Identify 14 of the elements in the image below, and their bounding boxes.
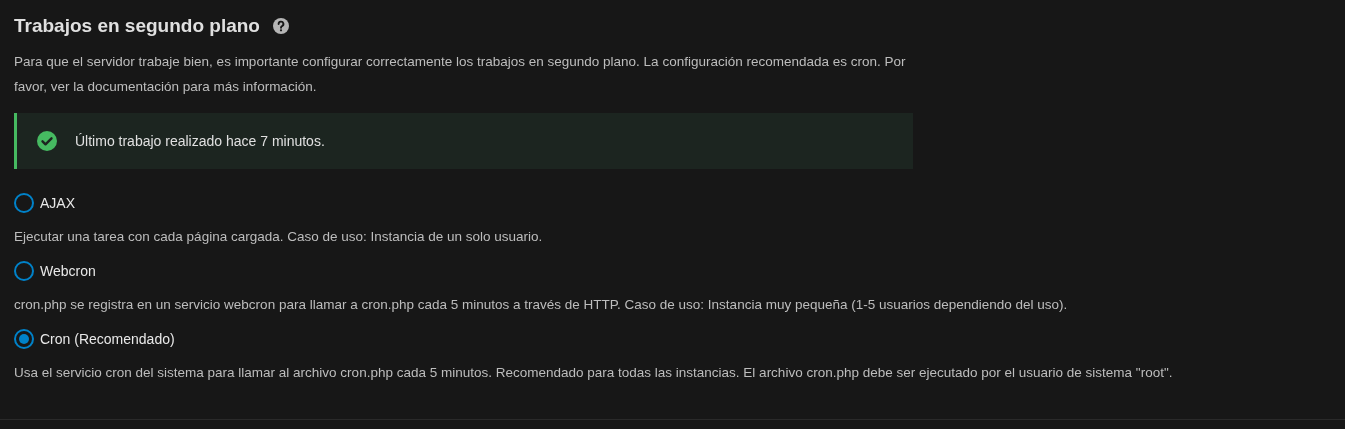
status-message: Último trabajo realizado hace 7 minutos. — [75, 131, 325, 151]
radio-button[interactable] — [14, 261, 34, 281]
option-label[interactable]: Webcron — [40, 260, 96, 282]
option-description: Usa el servicio cron del sistema para llamar al archivo cron.php cada 5 minutos. Recomendado para todas las instancias. El archivo cron.php debe ser ejecutado por el usuario de sistema "root". — [14, 364, 1174, 382]
description: Para que el servidor trabaje bien, es importante configurar correctamente los trabajos en segundo plano. La configuración recomendada es cron. Por favor, ver la documentación para más información. — [14, 53, 907, 96]
section-title: Trabajos en segundo plano — [14, 13, 260, 38]
help-icon[interactable] — [272, 17, 290, 35]
check-icon — [37, 131, 57, 151]
option-description: Ejecutar una tarea con cada página cargada. Caso de uso: Instancia de un solo usuario. — [14, 228, 544, 246]
option-label[interactable]: Cron (Recomendado) — [40, 328, 175, 350]
radio-button[interactable] — [14, 329, 34, 349]
radio-button[interactable] — [14, 193, 34, 213]
option-description: cron.php se registra en un servicio webcron para llamar a cron.php cada 5 minutos a través de HTTP. Caso de uso: Instancia muy pequeña (1-5 usuarios dependiendo del uso). — [14, 296, 1069, 314]
option-label[interactable]: AJAX — [40, 192, 75, 214]
